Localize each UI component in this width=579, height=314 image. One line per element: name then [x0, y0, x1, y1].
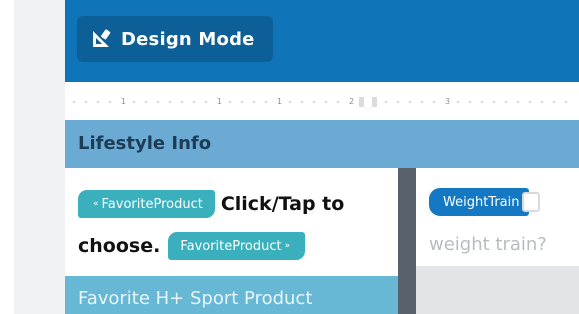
ruler-tick — [73, 101, 75, 103]
ruler-tick — [265, 101, 267, 103]
ruler-tick — [469, 101, 471, 103]
ruler-tick — [145, 101, 147, 103]
ruler-tick — [241, 101, 243, 103]
ruler-tick — [529, 101, 531, 103]
left-side-panel — [14, 0, 65, 314]
form-canvas: Design Mode 1 1 1 2 3 Lifestyle Info « F… — [65, 0, 579, 314]
ruler-tick — [421, 101, 423, 103]
ruler-tick — [169, 101, 171, 103]
ruler-number: 1 — [277, 97, 283, 106]
tag-label: FavoriteProduct — [101, 196, 203, 212]
ruler-tick — [133, 101, 135, 103]
ruler-tick — [553, 101, 555, 103]
ruler-tick — [493, 101, 495, 103]
instruction-text: Click/Tap to — [220, 193, 345, 215]
section-title: Lifestyle Info — [78, 133, 212, 154]
header-bar: Design Mode — [65, 0, 579, 82]
ruler-tick — [157, 101, 159, 103]
ruler-tick — [481, 101, 483, 103]
ruler-strip: 1 1 1 2 3 — [65, 97, 579, 107]
design-mode-button[interactable]: Design Mode — [77, 16, 273, 62]
ruler-tick — [205, 101, 207, 103]
ruler-tick — [109, 101, 111, 103]
ruler-number: 1 — [121, 97, 127, 106]
ruler: 1 1 1 2 3 — [65, 82, 579, 120]
section-header[interactable]: Lifestyle Info — [65, 120, 579, 168]
tag-label: FavoriteProduct — [180, 238, 282, 254]
ruler-tick — [337, 101, 339, 103]
ruler-tick — [433, 101, 435, 103]
ruler-tick — [385, 101, 387, 103]
ruler-tick — [505, 101, 507, 103]
ruler-column-marker[interactable] — [359, 97, 364, 107]
weight-train-block: WeightTrain weight train? — [416, 168, 579, 266]
instruction-text: choose. — [78, 235, 161, 257]
left-column: « FavoriteProduct Click/Tap to choose. F… — [65, 168, 398, 314]
ruler-number: 1 — [217, 97, 223, 106]
favorite-product-end-tag[interactable]: FavoriteProduct » — [168, 232, 306, 260]
ruler-tick — [313, 101, 315, 103]
ruler-column-marker[interactable] — [372, 97, 377, 107]
left-gutter — [0, 0, 14, 314]
ruler-tick — [253, 101, 255, 103]
weight-train-question: weight train? — [429, 234, 547, 255]
ruler-tick — [289, 101, 291, 103]
ruler-number: 3 — [445, 97, 451, 106]
favorite-product-field[interactable]: Favorite H+ Sport Product — [65, 276, 398, 314]
favorite-product-start-tag[interactable]: « FavoriteProduct — [78, 190, 215, 218]
ruler-number: 2 — [349, 97, 355, 106]
weight-train-tag[interactable]: WeightTrain — [429, 188, 530, 216]
favorite-product-label: Favorite H+ Sport Product — [78, 288, 313, 309]
instruction-row-2: choose. FavoriteProduct » — [78, 232, 306, 260]
ruler-tick — [301, 101, 303, 103]
ruler-tick — [541, 101, 543, 103]
right-column: WeightTrain weight train? — [416, 168, 579, 314]
instruction-row-1: « FavoriteProduct Click/Tap to — [78, 190, 344, 218]
ruler-tick — [397, 101, 399, 103]
ruler-tick — [229, 101, 231, 103]
ruler-tick — [97, 101, 99, 103]
ruler-tick — [409, 101, 411, 103]
ruler-square-icon — [91, 29, 111, 49]
tag-end-arrow: » — [284, 241, 291, 251]
ruler-tick — [325, 101, 327, 103]
ruler-tick — [181, 101, 183, 103]
ruler-tick — [193, 101, 195, 103]
column-divider[interactable] — [398, 168, 416, 314]
ruler-tick — [565, 101, 567, 103]
design-mode-label: Design Mode — [121, 28, 255, 50]
tag-start-arrow: « — [93, 199, 99, 209]
weight-train-checkbox[interactable] — [522, 192, 540, 212]
ruler-tick — [457, 101, 459, 103]
ruler-tick — [517, 101, 519, 103]
ruler-tick — [85, 101, 87, 103]
